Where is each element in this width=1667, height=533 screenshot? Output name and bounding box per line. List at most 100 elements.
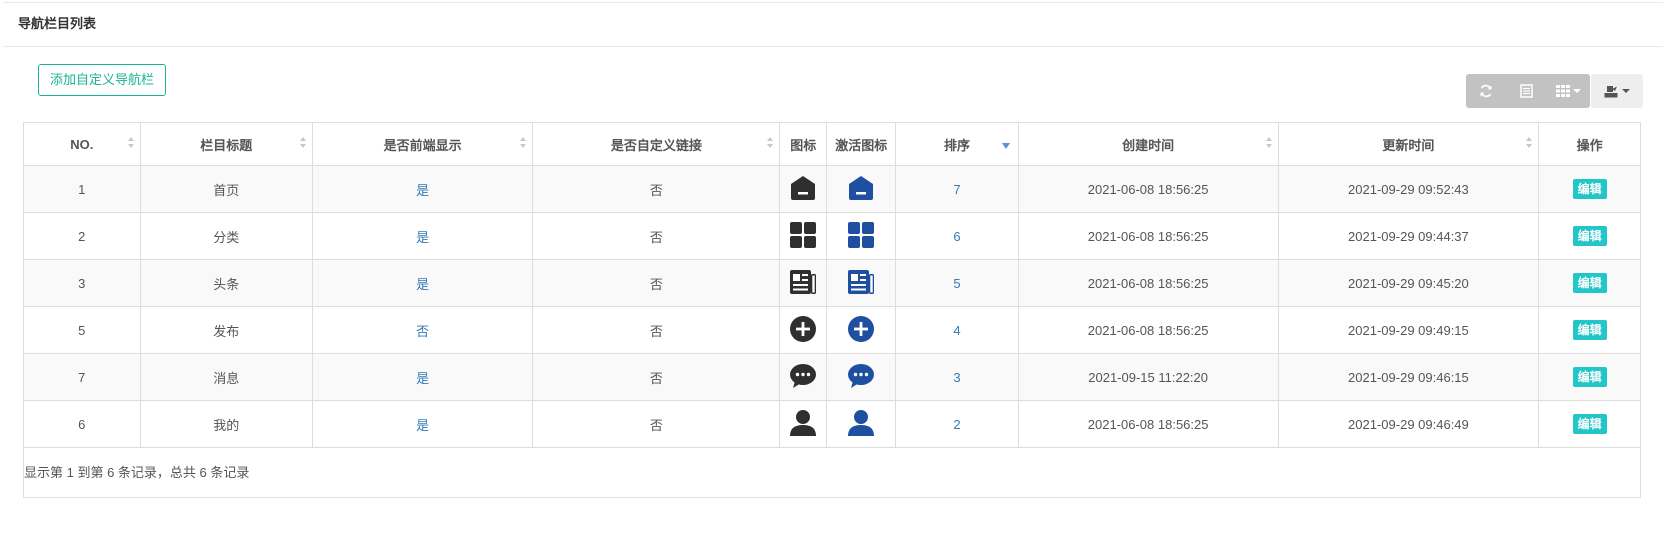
sort-icon bbox=[1265, 137, 1272, 149]
news-icon bbox=[789, 269, 817, 298]
cell-actions: 编辑 bbox=[1538, 400, 1640, 448]
cell-title: 首页 bbox=[140, 165, 313, 213]
show-front-toggle-link[interactable]: 否 bbox=[416, 324, 429, 339]
cell-sort: 2 bbox=[895, 400, 1019, 448]
show-front-toggle-link[interactable]: 是 bbox=[416, 418, 429, 433]
toggle-view-button[interactable] bbox=[1506, 74, 1546, 108]
edit-button[interactable]: 编辑 bbox=[1572, 179, 1607, 199]
cell-actions: 编辑 bbox=[1538, 165, 1640, 213]
sort-desc-icon bbox=[1001, 143, 1010, 149]
header-label: 是否自定义链接 bbox=[610, 137, 702, 153]
home-icon bbox=[790, 175, 816, 204]
cell-sort: 5 bbox=[895, 259, 1019, 307]
plus-circle-icon bbox=[789, 315, 817, 346]
cell-created: 2021-06-08 18:56:25 bbox=[1018, 306, 1279, 354]
col-header-custom-link[interactable]: 是否自定义链接 bbox=[532, 123, 781, 166]
header-label: 图标 bbox=[790, 137, 817, 153]
cell-show-front: 是 bbox=[312, 259, 534, 307]
table-header-row: NO. 栏目标题 是否前端显示 是否自定义链接 图标 激活图标 排序 创建时间 … bbox=[24, 123, 1640, 166]
cell-updated: 2021-09-29 09:44:37 bbox=[1278, 212, 1540, 260]
cell-icon bbox=[779, 212, 828, 260]
nav-table-container: NO. 栏目标题 是否前端显示 是否自定义链接 图标 激活图标 排序 创建时间 … bbox=[23, 122, 1641, 498]
cell-custom-link: 否 bbox=[532, 306, 781, 354]
col-header-icon: 图标 bbox=[779, 123, 828, 166]
table-row: 2 分类 是 否 6 2021-06-08 18:56:25 2021-09-29 09:4… bbox=[24, 212, 1640, 260]
news-icon bbox=[847, 269, 875, 298]
show-front-toggle-link[interactable]: 是 bbox=[416, 183, 429, 198]
cell-actions: 编辑 bbox=[1538, 212, 1640, 260]
refresh-button[interactable] bbox=[1466, 74, 1506, 108]
col-header-sort[interactable]: 排序 bbox=[895, 123, 1019, 166]
cell-custom-link: 否 bbox=[532, 165, 781, 213]
list-view-icon bbox=[1519, 84, 1533, 98]
col-header-title[interactable]: 栏目标题 bbox=[140, 123, 313, 166]
sort-icon bbox=[299, 137, 306, 149]
category-icon bbox=[847, 221, 875, 252]
edit-button[interactable]: 编辑 bbox=[1572, 226, 1607, 246]
edit-button[interactable]: 编辑 bbox=[1572, 320, 1607, 340]
user-icon bbox=[789, 409, 817, 440]
show-front-toggle-link[interactable]: 是 bbox=[416, 277, 429, 292]
export-dropdown-button[interactable] bbox=[1591, 74, 1643, 108]
cell-updated: 2021-09-29 09:46:49 bbox=[1278, 400, 1540, 448]
cell-no: 7 bbox=[24, 353, 141, 401]
panel-title: 导航栏目列表 bbox=[3, 3, 1663, 47]
col-header-actions: 操作 bbox=[1538, 123, 1640, 166]
sort-edit-link[interactable]: 2 bbox=[953, 417, 960, 432]
sort-icon bbox=[767, 137, 774, 149]
columns-dropdown-button[interactable] bbox=[1546, 74, 1590, 108]
cell-updated: 2021-09-29 09:52:43 bbox=[1278, 165, 1540, 213]
home-icon bbox=[848, 175, 874, 204]
edit-button[interactable]: 编辑 bbox=[1572, 367, 1607, 387]
col-header-created[interactable]: 创建时间 bbox=[1018, 123, 1279, 166]
nav-table: NO. 栏目标题 是否前端显示 是否自定义链接 图标 激活图标 排序 创建时间 … bbox=[24, 123, 1640, 448]
show-front-toggle-link[interactable]: 是 bbox=[416, 371, 429, 386]
cell-active-icon bbox=[826, 353, 897, 401]
sort-icon bbox=[1526, 137, 1533, 149]
cell-active-icon bbox=[826, 259, 897, 307]
add-custom-nav-button[interactable]: 添加自定义导航栏 bbox=[38, 64, 167, 96]
sort-edit-link[interactable]: 7 bbox=[953, 182, 960, 197]
plus-circle-icon bbox=[847, 315, 875, 346]
sort-edit-link[interactable]: 6 bbox=[953, 229, 960, 244]
table-row: 1 首页 是 否 7 2021-06-08 18:56:25 2021-09-29 09:5… bbox=[24, 165, 1640, 213]
sort-edit-link[interactable]: 4 bbox=[953, 323, 960, 338]
cell-sort: 3 bbox=[895, 353, 1019, 401]
cell-actions: 编辑 bbox=[1538, 353, 1640, 401]
sort-icon bbox=[127, 137, 134, 149]
cell-icon bbox=[779, 353, 828, 401]
header-label: 更新时间 bbox=[1382, 137, 1435, 153]
cell-actions: 编辑 bbox=[1538, 306, 1640, 354]
cell-no: 6 bbox=[24, 400, 141, 448]
cell-title: 消息 bbox=[140, 353, 313, 401]
toolbar-group bbox=[1466, 74, 1590, 108]
pagination-info: 显示第 1 到第 6 条记录，总共 6 条记录 bbox=[24, 465, 250, 480]
edit-button[interactable]: 编辑 bbox=[1572, 273, 1607, 293]
header-label: 排序 bbox=[944, 137, 971, 153]
cell-updated: 2021-09-29 09:49:15 bbox=[1278, 306, 1540, 354]
col-header-active-icon: 激活图标 bbox=[826, 123, 897, 166]
message-icon bbox=[847, 363, 875, 392]
cell-title: 分类 bbox=[140, 212, 313, 260]
cell-custom-link: 否 bbox=[532, 212, 781, 260]
col-header-show-front[interactable]: 是否前端显示 bbox=[312, 123, 534, 166]
edit-button[interactable]: 编辑 bbox=[1572, 414, 1607, 434]
sort-edit-link[interactable]: 3 bbox=[953, 370, 960, 385]
sort-icon bbox=[520, 137, 527, 149]
cell-created: 2021-06-08 18:56:25 bbox=[1018, 165, 1279, 213]
cell-created: 2021-06-08 18:56:25 bbox=[1018, 259, 1279, 307]
cell-actions: 编辑 bbox=[1538, 259, 1640, 307]
sort-edit-link[interactable]: 5 bbox=[953, 276, 960, 291]
cell-created: 2021-06-08 18:56:25 bbox=[1018, 212, 1279, 260]
col-header-updated[interactable]: 更新时间 bbox=[1278, 123, 1540, 166]
header-label: 是否前端显示 bbox=[383, 137, 462, 153]
cell-icon bbox=[779, 259, 828, 307]
category-icon bbox=[789, 221, 817, 252]
col-header-no[interactable]: NO. bbox=[24, 123, 141, 166]
user-icon bbox=[847, 409, 875, 440]
header-label: 激活图标 bbox=[835, 137, 888, 153]
show-front-toggle-link[interactable]: 是 bbox=[416, 230, 429, 245]
table-row: 3 头条 是 否 5 2021-06-08 18:56:25 2021-09-29 09:4… bbox=[24, 259, 1640, 307]
cell-title: 我的 bbox=[140, 400, 313, 448]
chevron-down-icon bbox=[1622, 89, 1630, 93]
